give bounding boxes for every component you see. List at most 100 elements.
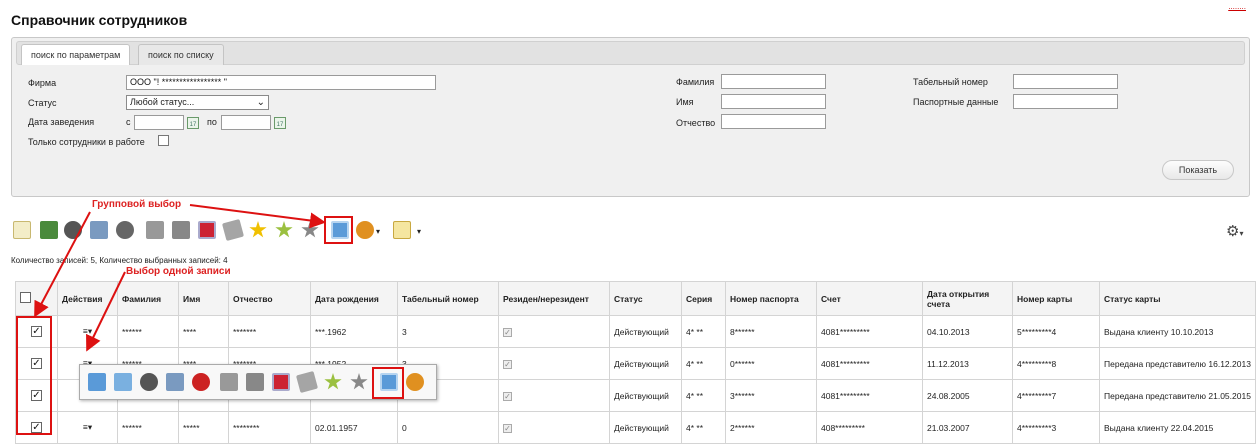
chevron-down-icon[interactable]: ▾: [376, 227, 380, 236]
tab-number-input[interactable]: [1013, 74, 1118, 89]
tab-params[interactable]: поиск по параметрам: [21, 44, 131, 65]
chevron-down-icon: ⌄: [256, 97, 265, 108]
status-select-value: Любой статус...: [130, 97, 195, 107]
passport-input[interactable]: [1013, 94, 1118, 109]
gear-icon[interactable]: ⚙▾: [1226, 222, 1243, 240]
card-list-icon[interactable]: [246, 373, 264, 391]
column-header[interactable]: Счет: [816, 281, 923, 316]
firm-label: Фирма: [28, 78, 57, 88]
users-icon[interactable]: [356, 221, 374, 239]
group-select-highlight: [324, 216, 353, 244]
row-select-highlight: [16, 316, 52, 435]
name-label: Имя: [676, 97, 694, 107]
printer-icon[interactable]: [166, 373, 184, 391]
column-header[interactable]: Фамилия: [117, 281, 179, 316]
name-input[interactable]: [721, 94, 826, 109]
star-icon[interactable]: [249, 221, 267, 238]
star-remove-icon[interactable]: [350, 373, 368, 390]
status-label: Статус: [28, 98, 57, 108]
document-icon[interactable]: [393, 221, 411, 239]
star-add-icon[interactable]: [324, 373, 342, 390]
cards-icon[interactable]: [295, 370, 319, 394]
table-row[interactable]: ✓ ≡▾ ****** **** ******* ***.1962 3 ✓ Действующи…: [15, 315, 1256, 348]
column-header[interactable]: Имя: [178, 281, 229, 316]
cell-passport: 3******: [725, 379, 817, 412]
show-button[interactable]: Показать: [1162, 160, 1234, 180]
search-panel: поиск по параметрам поиск по списку Фирм…: [11, 37, 1250, 197]
cell-card: 4*********7: [1012, 379, 1100, 412]
column-header[interactable]: Табельный номер: [397, 281, 499, 316]
cards-icon[interactable]: [221, 218, 245, 242]
calendar-icon[interactable]: 17: [274, 117, 286, 129]
top-link[interactable]: ........: [1228, 2, 1246, 11]
cell-birth: 02.01.1957: [310, 411, 398, 444]
column-header[interactable]: Номер паспорта: [725, 281, 817, 316]
card-view-icon[interactable]: [88, 373, 106, 391]
table-row[interactable]: ✓ ≡▾ ****** ***** ******** 02.01.1957 0 ✓ Действ…: [15, 411, 1256, 444]
award-icon[interactable]: [64, 221, 82, 239]
surname-input[interactable]: [721, 74, 826, 89]
status-select[interactable]: Любой статус... ⌄: [126, 95, 269, 110]
tab-list[interactable]: поиск по списку: [138, 44, 224, 65]
cell-series: 4* **: [681, 347, 726, 380]
cell-status: Действующий: [609, 315, 682, 348]
date-from-label: с: [126, 117, 131, 127]
table-cell: ≡▾: [57, 411, 118, 444]
column-header[interactable]: Статус карты: [1099, 281, 1256, 316]
passport-label: Паспортные данные: [913, 97, 999, 107]
delete-icon[interactable]: [272, 373, 290, 391]
firm-input[interactable]: ООО "! ***************** ": [126, 75, 436, 90]
patronymic-input[interactable]: [721, 114, 826, 129]
single-select-annotation: Выбор одной записи: [126, 266, 231, 277]
cell-card_status: Выдана клиенту 22.04.2015: [1099, 411, 1256, 444]
table-cell: ✓: [498, 347, 610, 380]
column-header[interactable]: Дата рождения: [310, 281, 398, 316]
table-cell: ✓: [498, 379, 610, 412]
cell-series: 4* **: [681, 379, 726, 412]
column-header[interactable]: Резиден/нерезидент: [498, 281, 610, 316]
download-icon[interactable]: [40, 221, 58, 239]
chevron-down-icon[interactable]: ▾: [417, 227, 421, 236]
cell-card: 5*********4: [1012, 315, 1100, 348]
select-all-checkbox[interactable]: [20, 292, 31, 303]
only-working-checkbox[interactable]: [158, 135, 169, 146]
card-edit-icon[interactable]: [114, 373, 132, 391]
resident-checkbox: ✓: [503, 359, 512, 369]
column-header[interactable]: Статус: [609, 281, 682, 316]
column-header[interactable]: Номер карты: [1012, 281, 1100, 316]
card-icon[interactable]: [220, 373, 238, 391]
column-header[interactable]: Дата открытия счета: [922, 281, 1013, 316]
only-working-label: Только сотрудники в работе: [28, 137, 145, 147]
user-remove-icon[interactable]: [192, 373, 210, 391]
column-header[interactable]: Действия: [57, 281, 118, 316]
star-add-icon[interactable]: [275, 221, 293, 238]
user-remove-icon[interactable]: [116, 221, 134, 239]
select-all-header[interactable]: [15, 281, 58, 316]
cell-account: 408*********: [816, 411, 923, 444]
star-remove-icon[interactable]: [301, 221, 319, 238]
printer-icon[interactable]: [90, 221, 108, 239]
resident-checkbox: ✓: [503, 423, 512, 433]
cell-series: 4* **: [681, 411, 726, 444]
cell-passport: 0******: [725, 347, 817, 380]
column-header[interactable]: Отчество: [228, 281, 311, 316]
actions-menu-icon[interactable]: ≡▾: [83, 326, 92, 336]
table-cell: ✓: [498, 411, 610, 444]
award-icon[interactable]: [140, 373, 158, 391]
cell-passport: 8******: [725, 315, 817, 348]
users-icon[interactable]: [406, 373, 424, 391]
actions-popup: [79, 364, 437, 400]
column-header[interactable]: Серия: [681, 281, 726, 316]
card-list-icon[interactable]: [172, 221, 190, 239]
actions-menu-icon[interactable]: ≡▾: [83, 422, 92, 432]
date-from-input[interactable]: [134, 115, 184, 130]
date-to-input[interactable]: [221, 115, 271, 130]
cell-card_status: Выдана клиенту 10.10.2013: [1099, 315, 1256, 348]
arrow-to-group-icon: [189, 204, 326, 229]
table-cell: ✓: [498, 315, 610, 348]
delete-icon[interactable]: [198, 221, 216, 239]
calendar-icon[interactable]: 17: [187, 117, 199, 129]
new-document-icon[interactable]: [13, 221, 31, 239]
cell-patronymic: *******: [228, 315, 311, 348]
card-icon[interactable]: [146, 221, 164, 239]
